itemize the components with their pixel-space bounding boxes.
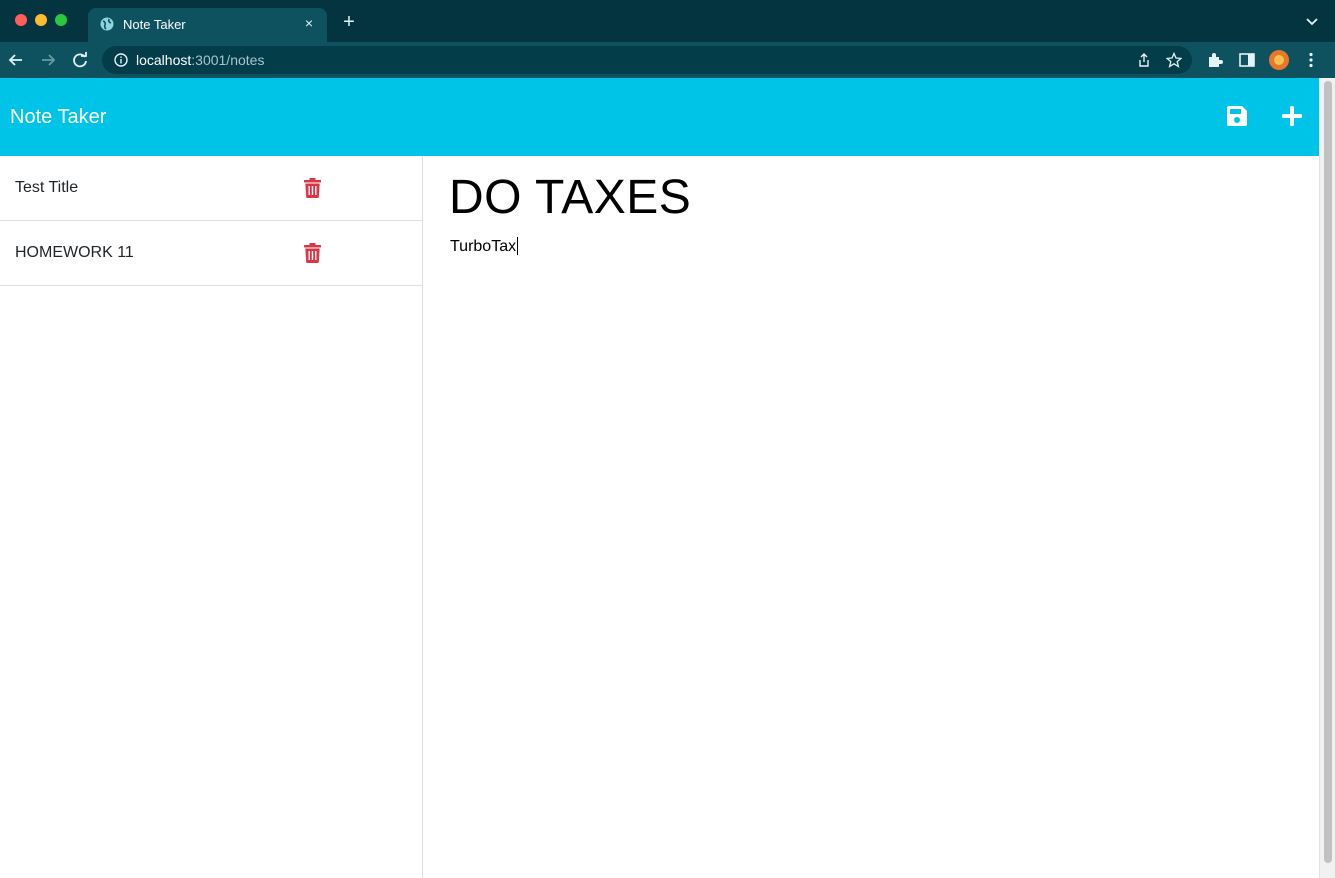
trash-icon[interactable]: [304, 178, 321, 198]
more-menu-icon[interactable]: [1302, 51, 1320, 69]
list-item[interactable]: HOMEWORK 11: [0, 221, 422, 286]
share-icon[interactable]: [1136, 52, 1152, 68]
browser-tab-bar: Note Taker × +: [0, 0, 1335, 42]
info-icon[interactable]: [114, 53, 128, 67]
url-host: localhost: [136, 52, 192, 68]
page-scrollbar[interactable]: [1319, 78, 1335, 878]
tab-close-icon[interactable]: ×: [301, 15, 317, 31]
trash-icon[interactable]: [304, 243, 321, 263]
note-title-input[interactable]: DO TAXES: [449, 170, 691, 225]
bookmark-star-icon[interactable]: [1166, 52, 1182, 68]
back-arrow-icon[interactable]: [6, 50, 26, 70]
scrollbar-thumb[interactable]: [1324, 81, 1332, 863]
note-text: TurboTax: [450, 238, 517, 255]
app-brand[interactable]: Note Taker: [10, 106, 106, 129]
browser-tab[interactable]: Note Taker ×: [88, 8, 327, 42]
avatar-image: [1274, 55, 1284, 65]
note-text-area[interactable]: TurboTax: [450, 237, 519, 256]
address-bar[interactable]: localhost:3001/notes: [102, 46, 1192, 74]
text-cursor: [517, 237, 519, 255]
browser-toolbar: localhost:3001/notes: [0, 42, 1335, 78]
globe-icon: [100, 17, 114, 31]
tab-title: Note Taker: [123, 17, 186, 32]
extensions-puzzle-icon[interactable]: [1206, 51, 1224, 69]
profile-avatar[interactable]: [1269, 50, 1289, 70]
note-editor: DO TAXES TurboTax: [423, 156, 1319, 878]
new-tab-button[interactable]: +: [339, 12, 359, 32]
notes-sidebar: Test Title HOMEWORK 11: [0, 156, 423, 878]
chevron-down-icon[interactable]: [1305, 14, 1319, 28]
url-path: :3001/notes: [191, 52, 265, 68]
side-panel-icon[interactable]: [1238, 51, 1256, 69]
forward-arrow-icon[interactable]: [38, 50, 58, 70]
maximize-window-button[interactable]: [55, 14, 67, 26]
new-note-plus-icon[interactable]: [1281, 105, 1303, 127]
close-window-button[interactable]: [15, 14, 27, 26]
reload-icon[interactable]: [70, 50, 90, 70]
note-list-title[interactable]: HOMEWORK 11: [15, 244, 134, 262]
minimize-window-button[interactable]: [35, 14, 47, 26]
page-viewport: Note Taker Test Title HOMEWORK 11 DO TAX…: [0, 78, 1335, 878]
save-note-icon[interactable]: [1226, 105, 1248, 127]
url-text[interactable]: localhost:3001/notes: [136, 52, 264, 68]
note-list-title[interactable]: Test Title: [15, 179, 78, 197]
app-navbar: Note Taker: [0, 78, 1319, 156]
list-item[interactable]: Test Title: [0, 156, 422, 221]
